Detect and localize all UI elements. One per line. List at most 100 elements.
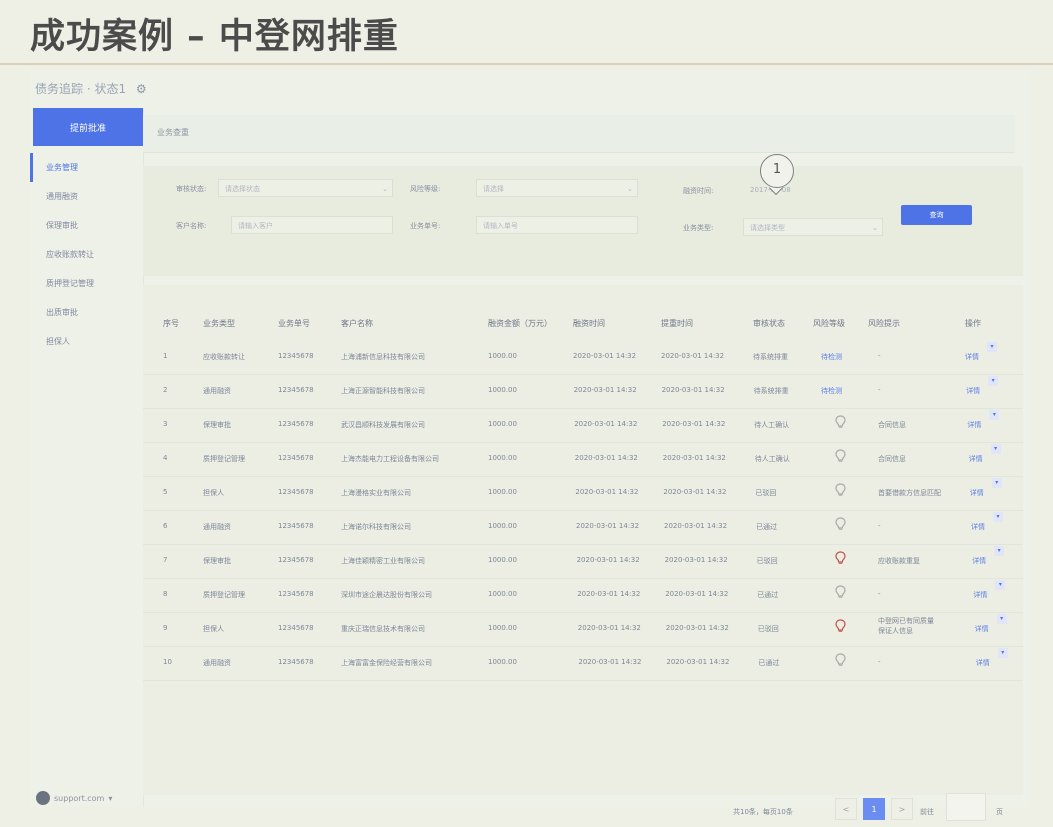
sidebar-item[interactable]: 担保人 bbox=[30, 327, 143, 356]
cell-status: 已通过 bbox=[756, 523, 777, 531]
risk-high-bulb-icon bbox=[835, 618, 846, 632]
client-input-placeholder: 请输入客户 bbox=[238, 222, 273, 230]
search-button[interactable]: 查询 bbox=[901, 205, 972, 225]
avatar bbox=[36, 791, 50, 805]
sidebar-item[interactable]: 应收账款转让 bbox=[30, 240, 143, 269]
table-row: 7 保理审批 12345678 上海佳颖精密工业有限公司 1000.00 2020-03-… bbox=[143, 544, 1023, 579]
detail-link[interactable]: 详情 bbox=[973, 590, 987, 600]
page-suffix: 页 bbox=[996, 808, 1003, 816]
cell-finance-time: 2020-03-01 14:32 bbox=[573, 352, 637, 360]
cell-client: 重庆正瑞信息技术有限公司 bbox=[341, 625, 425, 633]
biz-type-select[interactable]: 请选择类型 ⌄ bbox=[743, 218, 883, 236]
cell-code: 12345678 bbox=[278, 522, 314, 530]
cell-amount: 1000.00 bbox=[488, 488, 517, 496]
detail-link[interactable]: 详情 bbox=[967, 420, 981, 430]
cell-no: 6 bbox=[163, 522, 168, 530]
detail-link[interactable]: 详情 bbox=[972, 556, 986, 566]
expand-icon[interactable]: ▾ bbox=[996, 614, 1007, 624]
expand-icon[interactable]: ▾ bbox=[987, 342, 997, 352]
cell-finance-time: 2020-03-01 14:32 bbox=[576, 556, 640, 564]
risk-bulb-icon bbox=[835, 482, 846, 496]
cell-no: 4 bbox=[163, 454, 168, 462]
column-header-status: 审核状态 bbox=[753, 319, 785, 328]
cell-status: 待人工确认 bbox=[754, 421, 790, 429]
column-header-amount: 融资金额（万元） bbox=[488, 319, 552, 328]
expand-icon[interactable]: ▾ bbox=[991, 478, 1002, 488]
cell-check-time: 2020-03-01 14:32 bbox=[662, 454, 726, 462]
table-row: 8 质押登记管理 12345678 深圳市途企晨达股份有限公司 1000.00 2020-… bbox=[143, 578, 1023, 613]
cell-status: 已通过 bbox=[758, 659, 780, 667]
prev-page-button[interactable]: < bbox=[835, 798, 857, 820]
cell-tip: 首要借款方信息匹配 bbox=[878, 489, 941, 497]
cell-type: 应收账款转让 bbox=[203, 353, 245, 361]
cell-status: 待系统排重 bbox=[753, 353, 788, 361]
next-page-button[interactable]: > bbox=[891, 798, 913, 820]
expand-icon[interactable]: ▾ bbox=[989, 410, 1000, 420]
expand-icon[interactable]: ▾ bbox=[994, 546, 1005, 556]
sidebar-item[interactable]: 业务管理 bbox=[30, 153, 143, 182]
expand-icon[interactable]: ▾ bbox=[988, 376, 999, 386]
cell-code: 12345678 bbox=[278, 590, 314, 598]
status-select[interactable]: 请选择状态 ⌄ bbox=[218, 179, 393, 197]
biz-no-input[interactable]: 请输入单号 bbox=[476, 216, 638, 234]
gear-icon[interactable]: ⚙ bbox=[136, 82, 147, 96]
cell-risk[interactable]: 待检测 bbox=[821, 352, 842, 362]
cell-amount: 1000.00 bbox=[488, 454, 517, 462]
expand-icon[interactable]: ▾ bbox=[990, 444, 1001, 454]
expand-icon[interactable]: ▾ bbox=[995, 580, 1006, 590]
expand-icon[interactable]: ▾ bbox=[993, 512, 1003, 522]
goto-page-input[interactable] bbox=[946, 793, 986, 821]
cell-tip: - bbox=[878, 386, 881, 394]
cell-status: 已驳回 bbox=[756, 557, 778, 565]
detail-link[interactable]: 详情 bbox=[965, 352, 979, 362]
cell-tip: - bbox=[878, 352, 881, 360]
cell-code: 12345678 bbox=[278, 420, 314, 428]
cell-client: 深圳市途企晨达股份有限公司 bbox=[341, 591, 432, 599]
cell-type: 质押登记管理 bbox=[203, 455, 245, 463]
cell-status: 已驳回 bbox=[757, 625, 779, 633]
column-header-check-time: 提重时间 bbox=[661, 319, 693, 328]
detail-link[interactable]: 详情 bbox=[969, 454, 983, 464]
sidebar-primary-button[interactable]: 提前批准 bbox=[33, 108, 143, 146]
cell-check-time: 2020-03-01 14:32 bbox=[665, 624, 729, 632]
sidebar-item[interactable]: 出质审批 bbox=[30, 298, 143, 327]
cell-status: 已驳回 bbox=[755, 489, 777, 497]
biz-no-filter-label: 业务单号: bbox=[410, 222, 441, 230]
detail-link[interactable]: 详情 bbox=[966, 386, 980, 396]
detail-link[interactable]: 详情 bbox=[976, 658, 990, 668]
cell-client: 武汉昌顺科技发展有限公司 bbox=[341, 421, 425, 429]
cell-amount: 1000.00 bbox=[488, 556, 517, 564]
client-filter-label: 客户名称: bbox=[176, 222, 207, 230]
account-menu[interactable]: support.com ▾ bbox=[36, 791, 112, 805]
biz-type-select-value: 请选择类型 bbox=[750, 224, 785, 232]
results-table: 序号 业务类型 业务单号 客户名称 融资金额（万元） 融资时间 提重时间 审核状态 风险等级 风险… bbox=[143, 285, 1023, 795]
cell-tip: - bbox=[878, 522, 881, 530]
detail-link[interactable]: 详情 bbox=[970, 488, 984, 498]
cell-check-time: 2020-03-01 14:32 bbox=[666, 658, 730, 666]
cell-no: 7 bbox=[163, 556, 168, 564]
risk-high-bulb-icon bbox=[835, 550, 846, 564]
cell-amount: 1000.00 bbox=[488, 658, 517, 666]
cell-client: 上海诺尔科技有限公司 bbox=[341, 523, 411, 531]
table-row: 10 通用融资 12345678 上海富富金保险经营有限公司 1000.00 2020-0… bbox=[143, 646, 1023, 681]
detail-link[interactable]: 详情 bbox=[971, 522, 985, 532]
sidebar-item[interactable]: 质押登记管理 bbox=[30, 269, 143, 298]
table-row: 9 担保人 12345678 重庆正瑞信息技术有限公司 1000.00 2020-03-0… bbox=[143, 612, 1023, 647]
sidebar-item[interactable]: 通用融资 bbox=[30, 182, 143, 211]
detail-link[interactable]: 详情 bbox=[975, 624, 989, 634]
cell-risk[interactable]: 待检测 bbox=[821, 386, 842, 396]
expand-icon[interactable]: ▾ bbox=[997, 648, 1008, 658]
sidebar-primary-label: 提前批准 bbox=[69, 123, 106, 134]
cell-tip: - bbox=[878, 658, 881, 666]
table-row: 5 担保人 12345678 上海漫格实业有限公司 1000.00 2020-03-01 … bbox=[143, 476, 1023, 511]
cell-amount: 1000.00 bbox=[488, 352, 517, 360]
client-input[interactable]: 请输入客户 bbox=[231, 216, 393, 234]
risk-select[interactable]: 请选择 ⌄ bbox=[476, 179, 638, 197]
cell-finance-time: 2020-03-01 14:32 bbox=[574, 420, 638, 428]
page-1-button[interactable]: 1 bbox=[863, 798, 885, 820]
sidebar-item[interactable]: 保理审批 bbox=[30, 211, 143, 240]
annotation-pin: 1 bbox=[760, 154, 794, 188]
cell-finance-time: 2020-03-01 14:32 bbox=[577, 624, 641, 632]
cell-amount: 1000.00 bbox=[488, 386, 517, 394]
cell-client: 上海漫格实业有限公司 bbox=[341, 489, 411, 497]
